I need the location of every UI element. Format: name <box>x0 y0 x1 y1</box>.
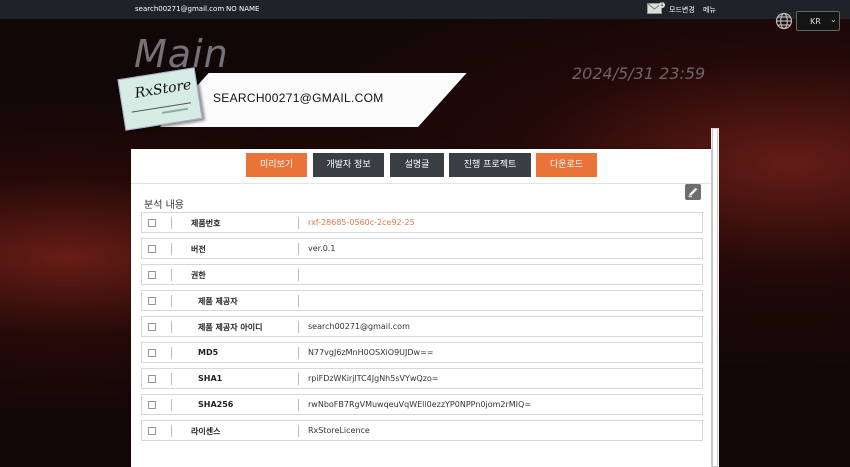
tab-description[interactable]: 설명글 <box>390 153 444 177</box>
row-checkbox[interactable] <box>148 375 156 383</box>
globe-icon[interactable] <box>775 12 793 30</box>
row-checkbox[interactable] <box>148 297 156 305</box>
content-panel: 미리보기 개발자 정보 설명글 진행 프로젝트 다운로드 분석 내용 제품번호 … <box>131 149 711 467</box>
tab-divider <box>131 183 711 184</box>
language-value: KR <box>810 17 821 26</box>
row-checkbox[interactable] <box>148 219 156 227</box>
row-value: rxf-28685-0560c-2ce92-25 <box>308 218 415 227</box>
tab-download[interactable]: 다운로드 <box>536 153 597 177</box>
top-bar: search00271@gmail.com NO NAME 1 모드변경 메뉴 <box>0 0 850 19</box>
menu-link[interactable]: 메뉴 <box>703 5 716 15</box>
row-label: 제품 제공자 <box>198 297 238 306</box>
row-label: 제품 제공자 아이디 <box>198 323 263 332</box>
row-label: SHA256 <box>198 400 234 409</box>
scrollbar-thumb[interactable] <box>712 128 718 467</box>
language-select[interactable]: KR ⌄ <box>796 11 840 31</box>
tab-preview[interactable]: 미리보기 <box>246 153 307 177</box>
banner-email: SEARCH00271@GMAIL.COM <box>213 91 384 105</box>
row-checkbox[interactable] <box>148 401 156 409</box>
table-row-provider-id: 제품 제공자 아이디 search00271@gmail.com <box>141 316 703 337</box>
row-value: rpiFDzWKirjlTC4JgNh5sVYwQzo= <box>308 374 439 383</box>
chevron-down-icon: ⌄ <box>830 15 837 24</box>
logo-text: RxStore <box>133 77 193 102</box>
row-checkbox[interactable] <box>148 349 156 357</box>
row-value: N77vgJ6zMnH0OSXiO9UJDw== <box>308 348 434 357</box>
table-row-provider: 제품 제공자 <box>141 290 703 311</box>
row-label: SHA1 <box>198 374 223 383</box>
row-label: 버전 <box>191 245 206 254</box>
section-title: 분석 내용 <box>144 200 184 211</box>
logo-caption <box>162 107 189 114</box>
table-row-product-number: 제품번호 rxf-28685-0560c-2ce92-25 <box>141 212 703 233</box>
pencil-icon <box>688 187 698 198</box>
user-name: NO NAME <box>226 5 260 13</box>
mode-change-link[interactable]: 모드변경 <box>669 5 695 15</box>
tab-projects[interactable]: 진행 프로젝트 <box>449 153 531 177</box>
row-checkbox[interactable] <box>148 245 156 253</box>
row-value: ver.0.1 <box>308 244 336 253</box>
row-label: MD5 <box>198 348 219 357</box>
row-value: RxStoreLicence <box>308 426 370 435</box>
tab-developer-info[interactable]: 개발자 정보 <box>313 153 384 177</box>
row-label: 라이센스 <box>191 427 221 436</box>
table-row-permission: 권한 <box>141 264 703 285</box>
row-checkbox[interactable] <box>148 271 156 279</box>
row-checkbox[interactable] <box>148 323 156 331</box>
row-value: rwNboFB7RgVMuwqeuVqWEli0ezzYP0NPPn0jom2r… <box>308 400 532 409</box>
user-email: search00271@gmail.com <box>135 5 225 13</box>
row-value: search00271@gmail.com <box>308 322 410 331</box>
table-row-sha256: SHA256 rwNboFB7RgVMuwqeuVqWEli0ezzYP0NPP… <box>141 394 703 415</box>
edit-button[interactable] <box>685 184 701 200</box>
table-row-license: 라이센스 RxStoreLicence <box>141 420 703 441</box>
table-row-version: 버전 ver.0.1 <box>141 238 703 259</box>
row-checkbox[interactable] <box>148 427 156 435</box>
table-row-md5: MD5 N77vgJ6zMnH0OSXiO9UJDw== <box>141 342 703 363</box>
datetime-display: 2024/5/31 23:59 <box>572 64 706 83</box>
table-row-sha1: SHA1 rpiFDzWKirjlTC4JgNh5sVYwQzo= <box>141 368 703 389</box>
row-label: 제품번호 <box>191 219 221 228</box>
mail-badge: 1 <box>659 2 665 8</box>
row-label: 권한 <box>191 271 206 280</box>
